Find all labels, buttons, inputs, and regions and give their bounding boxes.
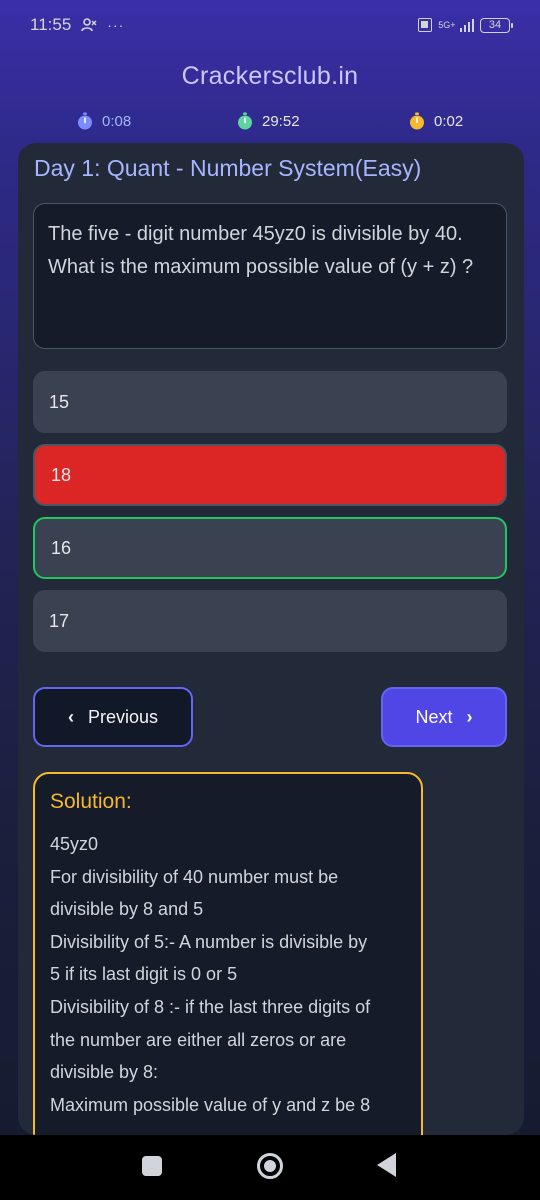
solution-line: 45yz0: [50, 834, 99, 854]
quiz-card: Day 1: Quant - Number System(Easy) The f…: [18, 143, 524, 1135]
next-label: Next: [415, 706, 453, 727]
option-b[interactable]: 18: [33, 444, 507, 506]
user-icon: [81, 18, 97, 32]
recents-icon[interactable]: [142, 1156, 162, 1176]
timer-total-value: 29:52: [262, 112, 300, 130]
solution-box: Solution: 45yz0 For divisibility of 40 n…: [33, 772, 423, 1135]
home-icon[interactable]: [257, 1153, 283, 1179]
stopwatch-icon: [78, 112, 92, 130]
status-bar: 11:55 ··· 5G+ 34: [0, 0, 540, 50]
solution-line: 5 if its last digit is 0 or 5: [50, 964, 238, 985]
option-label: 17: [49, 610, 70, 631]
option-label: 15: [49, 391, 70, 412]
solution-line: divisible by 8:: [50, 1062, 159, 1083]
timer-question: 0:08: [76, 111, 131, 131]
question-box: The five - digit number 45yz0 is divisib…: [33, 203, 507, 349]
battery-icon: 34: [480, 17, 513, 33]
more-dots-icon: ···: [107, 17, 125, 33]
solution-line: divisible by 8 and 5: [50, 899, 204, 920]
stopwatch-icon: [410, 112, 424, 130]
solution-line: the number are either all zeros or are: [50, 1029, 347, 1050]
back-icon[interactable]: [377, 1153, 396, 1177]
option-a[interactable]: 15: [33, 371, 507, 433]
solution-line: Maximum possible value of y and z be 8: [50, 1094, 371, 1115]
network-label: 5G+: [438, 19, 456, 30]
timer-question-value: 0:08: [102, 112, 132, 130]
site-title: Crackersclub.in: [181, 62, 359, 90]
status-left: 11:55 ···: [30, 15, 124, 35]
timer-answer: 0:02: [408, 111, 463, 131]
quiz-title: Day 1: Quant - Number System(Easy): [34, 155, 422, 181]
solution-title: Solution:: [50, 790, 132, 813]
status-time: 11:55: [30, 15, 72, 34]
status-right: 5G+ 34: [418, 17, 513, 33]
chevron-right-icon: ›: [466, 706, 473, 727]
solution-line: For divisibility of 40 number must be: [50, 866, 339, 887]
sim-icon: [418, 18, 433, 32]
next-button[interactable]: Next ›: [381, 687, 507, 747]
previous-label: Previous: [87, 706, 159, 727]
stopwatch-icon: [238, 112, 252, 130]
battery-level: 34: [488, 19, 502, 31]
option-label: 16: [51, 537, 72, 558]
timer-answer-value: 0:02: [434, 112, 464, 130]
solution-line: Divisibility of 5:- A number is divisibl…: [50, 931, 368, 952]
previous-button[interactable]: ‹ Previous: [33, 687, 193, 747]
solution-line: Divisibility of 8 :- if the last three d…: [50, 996, 371, 1017]
option-label: 18: [51, 464, 72, 485]
question-text: The five - digit number 45yz0 is divisib…: [48, 223, 474, 278]
system-nav-bar: [0, 1135, 540, 1200]
signal-icon: [459, 18, 474, 32]
chevron-left-icon: ‹: [67, 706, 74, 727]
option-d[interactable]: 17: [33, 590, 507, 652]
timer-total: 29:52: [236, 111, 300, 131]
option-c[interactable]: 16: [33, 517, 507, 579]
